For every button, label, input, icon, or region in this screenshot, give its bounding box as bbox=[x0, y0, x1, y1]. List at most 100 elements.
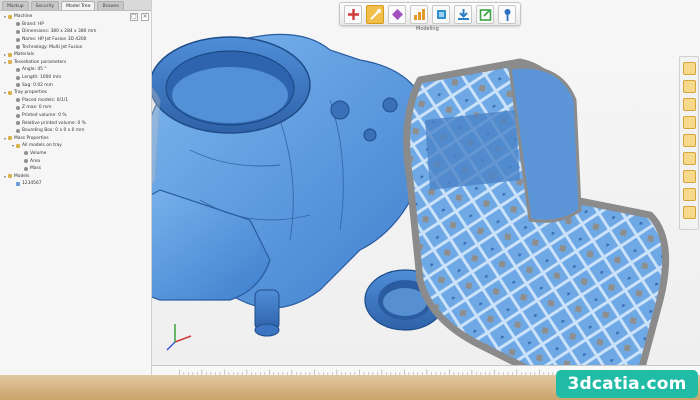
tree-item-label: Angle: 45 ° bbox=[22, 67, 47, 73]
magic-tool-button[interactable] bbox=[366, 4, 384, 24]
dot-icon bbox=[24, 159, 28, 164]
dot-icon bbox=[16, 98, 20, 103]
panel-controls: ▢ × bbox=[130, 13, 149, 21]
add-icon bbox=[347, 8, 359, 20]
tree-item-label: Brand: HP bbox=[22, 21, 44, 27]
folder-icon bbox=[8, 136, 12, 141]
transform-icon bbox=[391, 8, 403, 20]
dot-icon bbox=[16, 75, 20, 80]
tab-browse[interactable]: Browse bbox=[97, 1, 124, 10]
folder-icon bbox=[8, 174, 12, 179]
tree-item[interactable]: Technology: Multi Jet Fusion bbox=[3, 43, 151, 51]
tree-item-label: Mass bbox=[30, 166, 42, 172]
tree-item[interactable]: ▾ Mass Properties bbox=[3, 135, 151, 143]
add-button[interactable] bbox=[344, 4, 362, 24]
tree-item-label: 1234567 bbox=[22, 181, 42, 187]
chart-button[interactable] bbox=[410, 4, 428, 24]
tree-item[interactable]: ▸ Materials bbox=[3, 51, 151, 59]
dot-icon bbox=[16, 121, 20, 126]
top-toolbar bbox=[339, 2, 521, 26]
tree-item[interactable]: ▾ Tessellation parameters bbox=[3, 59, 151, 67]
close-icon[interactable]: × bbox=[141, 13, 149, 21]
tree-item[interactable]: Placed models: 0/1/1 bbox=[3, 97, 151, 105]
tree-item[interactable]: Angle: 45 ° bbox=[3, 66, 151, 74]
tree-item[interactable]: Brand: HP bbox=[3, 21, 151, 29]
tree-item[interactable]: Printed volume: 0 % bbox=[3, 112, 151, 120]
tree-item[interactable]: Volume bbox=[3, 150, 151, 158]
chart-icon bbox=[413, 8, 425, 20]
side-tool-button[interactable] bbox=[682, 116, 696, 129]
expand-toggle-icon[interactable]: ▾ bbox=[3, 90, 7, 95]
tree-item-label: Name: HP Jet Fusion 3D 4200 bbox=[22, 37, 87, 43]
tree-item-label: Dimensions: 380 x 284 x 380 mm bbox=[22, 29, 97, 35]
tree-item[interactable]: 1234567 bbox=[3, 180, 151, 188]
pin-icon bbox=[504, 8, 510, 21]
tree-item[interactable]: Relative printed volume: 0 % bbox=[3, 119, 151, 127]
pin-button[interactable] bbox=[498, 4, 516, 24]
dot-icon bbox=[16, 67, 20, 72]
app-window: Markup Security Model Tree Browse ▢ × ▾ Mach… bbox=[0, 0, 700, 400]
tree-item-label: Bounding Box: 0 x 0 x 0 mm bbox=[22, 128, 85, 134]
side-tool-button[interactable] bbox=[682, 80, 696, 93]
dot-icon bbox=[16, 22, 20, 27]
tree-item-label: Models bbox=[14, 173, 30, 179]
dot-icon bbox=[16, 37, 20, 42]
tree-item-label: Machine bbox=[14, 14, 33, 20]
folder-icon bbox=[8, 60, 12, 65]
tree-item[interactable]: Z max: 0 mm bbox=[3, 104, 151, 112]
dot-icon bbox=[16, 105, 20, 110]
tree-item-label: Materials bbox=[14, 52, 35, 58]
layers-icon bbox=[436, 9, 446, 19]
download-button[interactable] bbox=[454, 4, 472, 24]
expand-toggle-icon[interactable]: ▸ bbox=[3, 52, 7, 57]
model-tree: ▾ Machine Brand: HP Dimensions: 380 x 284 x… bbox=[0, 11, 151, 188]
tree-item-label: Area bbox=[30, 158, 41, 164]
expand-toggle-icon[interactable]: ▾ bbox=[3, 14, 7, 19]
watermark-logo: 3dcatia.com bbox=[556, 370, 698, 398]
expand-toggle-icon[interactable]: ▾ bbox=[3, 136, 7, 141]
tree-item-label: Tessellation parameters bbox=[14, 59, 67, 65]
tree-item[interactable]: Sag: 0.02 mm bbox=[3, 81, 151, 89]
tree-item[interactable]: ▾ All models on tray bbox=[3, 142, 151, 150]
tree-item[interactable]: ▾ Tray properties bbox=[3, 89, 151, 97]
tree-item-label: Sag: 0.02 mm bbox=[22, 82, 53, 88]
tab-markup[interactable]: Markup bbox=[2, 1, 29, 10]
side-tool-button[interactable] bbox=[682, 170, 696, 183]
side-tool-button[interactable] bbox=[682, 206, 696, 219]
side-tool-button[interactable] bbox=[682, 152, 696, 165]
download-icon bbox=[457, 8, 469, 20]
tree-item-label: Relative printed volume: 0 % bbox=[22, 120, 86, 126]
expand-toggle-icon[interactable]: ▾ bbox=[11, 143, 15, 148]
tree-item[interactable]: Bounding Box: 0 x 0 x 0 mm bbox=[3, 127, 151, 135]
side-tool-button[interactable] bbox=[682, 188, 696, 201]
dot-icon bbox=[16, 29, 20, 34]
expand-toggle-icon[interactable]: ▾ bbox=[3, 174, 7, 179]
tab-security[interactable]: Security bbox=[30, 1, 60, 10]
tree-item[interactable]: ▾ Models bbox=[3, 172, 151, 180]
part-icon bbox=[16, 181, 20, 186]
side-tool-button[interactable] bbox=[682, 98, 696, 111]
tree-item-label: Printed volume: 0 % bbox=[22, 113, 67, 119]
tree-item-label: Technology: Multi Jet Fusion bbox=[22, 44, 83, 50]
side-tool-button[interactable] bbox=[682, 62, 696, 75]
restore-icon[interactable]: ▢ bbox=[130, 13, 138, 21]
tree-item[interactable]: Name: HP Jet Fusion 3D 4200 bbox=[3, 36, 151, 44]
toolbar-caption: Modeling bbox=[416, 26, 439, 32]
transform-button[interactable] bbox=[388, 4, 406, 24]
tab-model-tree[interactable]: Model Tree bbox=[61, 1, 96, 10]
folder-icon bbox=[8, 90, 12, 95]
tree-item[interactable]: Area bbox=[3, 157, 151, 165]
dot-icon bbox=[24, 166, 28, 171]
layers-button[interactable] bbox=[432, 4, 450, 24]
tree-item-label: Tray properties bbox=[14, 90, 47, 96]
tree-item[interactable]: ▾ Machine bbox=[3, 13, 151, 21]
right-toolbar bbox=[679, 56, 699, 230]
side-tool-button[interactable] bbox=[682, 134, 696, 147]
tree-item[interactable]: Length: 1000 mm bbox=[3, 74, 151, 82]
tree-item[interactable]: Dimensions: 380 x 284 x 380 mm bbox=[3, 28, 151, 36]
tree-item[interactable]: Mass bbox=[3, 165, 151, 173]
dot-icon bbox=[16, 113, 20, 118]
expand-toggle-icon[interactable]: ▾ bbox=[3, 60, 7, 65]
tree-item-label: Placed models: 0/1/1 bbox=[22, 97, 69, 103]
export-button[interactable] bbox=[476, 4, 494, 24]
